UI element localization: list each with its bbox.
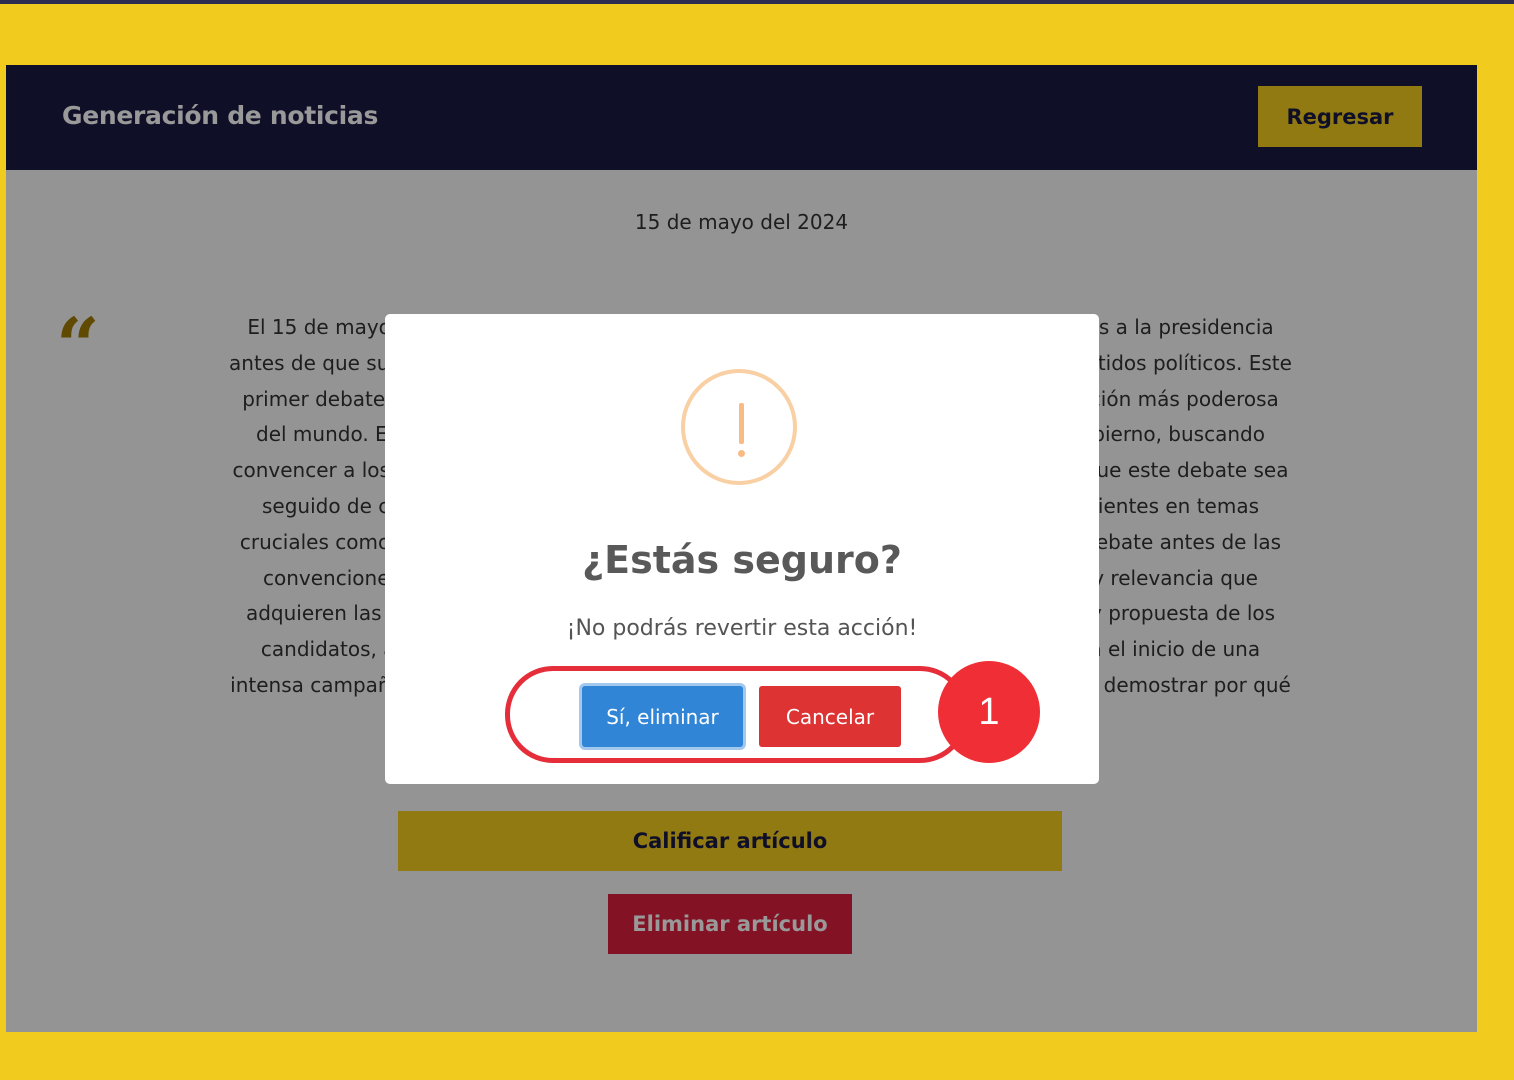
step-badge: 1 bbox=[938, 661, 1040, 763]
dialog-title: ¿Estás seguro? bbox=[582, 538, 902, 582]
dialog-message: ¡No podrás revertir esta acción! bbox=[566, 616, 918, 641]
cancel-button[interactable]: Cancelar bbox=[759, 686, 901, 747]
top-border bbox=[0, 0, 1514, 4]
warning-icon bbox=[681, 369, 797, 485]
confirm-delete-button[interactable]: Sí, eliminar bbox=[582, 686, 743, 747]
